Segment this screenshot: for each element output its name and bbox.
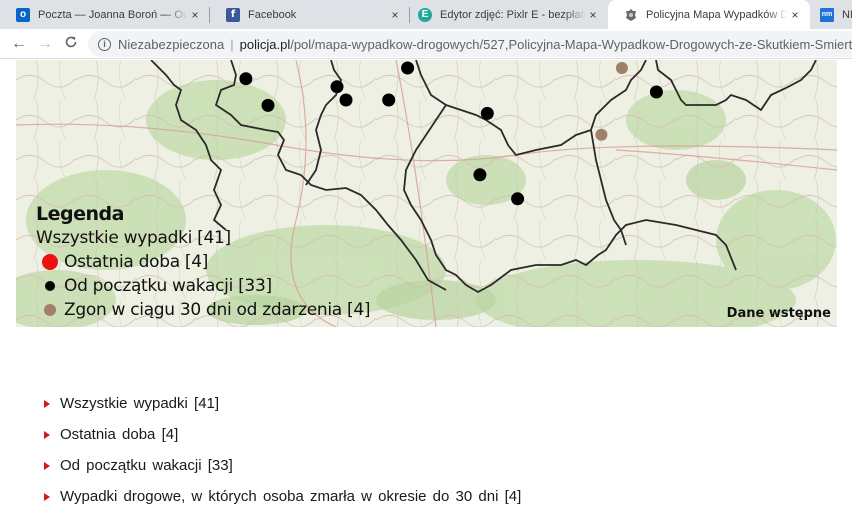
- tab-facebook[interactable]: f Facebook ×: [210, 0, 410, 29]
- accident-marker-black[interactable]: [339, 93, 353, 107]
- list-item[interactable]: Ostatnia doba [4]: [44, 419, 521, 450]
- accident-marker-black[interactable]: [511, 192, 525, 206]
- police-badge-icon: [624, 8, 638, 22]
- tab-title: NM: [842, 8, 852, 21]
- bullet-arrow-icon: [44, 431, 50, 439]
- list-item-label: Ostatnia doba [4]: [60, 426, 179, 443]
- forward-arrow-icon: →: [37, 35, 53, 52]
- black-dot-icon: [45, 281, 55, 291]
- list-item-label: Wszystkie wypadki [41]: [60, 395, 220, 412]
- legend-label: Ostatnia doba [4]: [64, 252, 209, 272]
- tab-title: Policyjna Mapa Wypadków Drogowych: [646, 8, 788, 21]
- back-button[interactable]: ←: [8, 33, 30, 55]
- legend-item-death-30-days: Zgon w ciągu 30 dni od zdarzenia [4]: [36, 298, 371, 322]
- list-item-label: Wypadki drogowe, w których osoba zmarła …: [60, 488, 522, 505]
- legend-all-accidents: Wszystkie wypadki [41]: [36, 228, 231, 248]
- accident-marker-brown[interactable]: [595, 128, 608, 141]
- list-item[interactable]: Wypadki drogowe, w których osoba zmarła …: [44, 481, 521, 512]
- tab-policja-active[interactable]: Policyjna Mapa Wypadków Drogowych ×: [608, 0, 810, 29]
- accident-marker-black[interactable]: [330, 80, 344, 94]
- legend-label: Od początku wakacji [33]: [64, 276, 272, 296]
- legend-title: Legenda: [36, 203, 124, 225]
- list-item[interactable]: Od początku wakacji [33]: [44, 450, 521, 481]
- close-icon[interactable]: ×: [788, 8, 802, 22]
- bullet-arrow-icon: [44, 493, 50, 501]
- pixlr-icon: E: [418, 7, 432, 22]
- address-divider: |: [230, 36, 234, 52]
- bullet-arrow-icon: [44, 462, 50, 470]
- accident-marker-brown[interactable]: [615, 62, 628, 74]
- map-legend: Legenda Wszystkie wypadki [41] Ostatnia …: [36, 202, 371, 322]
- tab-outlook[interactable]: o Poczta — Joanna Boroń — Outlook ×: [0, 0, 210, 29]
- accident-marker-black[interactable]: [401, 61, 415, 75]
- reload-button[interactable]: [60, 33, 82, 55]
- preliminary-data-label: Dane wstępne: [726, 306, 831, 321]
- nm-icon: nm: [820, 7, 834, 22]
- facebook-icon: f: [226, 7, 240, 22]
- brown-dot-icon: [44, 304, 56, 316]
- url-host: policja.pl: [239, 36, 291, 52]
- accident-marker-black[interactable]: [261, 98, 275, 112]
- forward-button[interactable]: →: [34, 33, 56, 55]
- info-icon[interactable]: i: [98, 37, 111, 51]
- accident-marker-black[interactable]: [480, 106, 494, 120]
- accident-marker-black[interactable]: [382, 93, 396, 107]
- accident-marker-black[interactable]: [473, 168, 487, 182]
- outlook-icon: o: [16, 7, 30, 22]
- security-label: Niezabezpieczona: [118, 36, 225, 52]
- tab-title: Facebook: [248, 8, 297, 21]
- accident-marker-black[interactable]: [649, 85, 663, 99]
- red-dot-icon: [42, 254, 58, 270]
- browser-toolbar: ← → i Niezabezpieczona | policja.pl /pol…: [0, 29, 852, 59]
- close-icon[interactable]: ×: [188, 8, 202, 22]
- tab-strip: o Poczta — Joanna Boroń — Outlook × f Fa…: [0, 0, 852, 29]
- close-icon[interactable]: ×: [388, 8, 402, 22]
- list-item-label: Od początku wakacji [33]: [60, 457, 233, 474]
- accident-marker-black[interactable]: [239, 72, 253, 86]
- list-item[interactable]: Wszystkie wypadki [41]: [44, 388, 521, 419]
- tab-nm[interactable]: nm NM: [810, 0, 852, 29]
- accident-map[interactable]: Legenda Wszystkie wypadki [41] Ostatnia …: [16, 60, 837, 327]
- page-content: Legenda Wszystkie wypadki [41] Ostatnia …: [0, 60, 852, 522]
- address-bar[interactable]: i Niezabezpieczona | policja.pl /pol/map…: [88, 31, 852, 57]
- tab-pixlr[interactable]: E Edytor zdjęć: Pixlr E - bezpłatne narz…: [410, 0, 608, 29]
- legend-label: Zgon w ciągu 30 dni od zdarzenia [4]: [64, 300, 371, 320]
- back-arrow-icon: ←: [11, 35, 27, 52]
- url-path: /pol/mapa-wypadkow-drogowych/527,Policyj…: [290, 36, 852, 52]
- bullet-arrow-icon: [44, 400, 50, 408]
- tab-title: Edytor zdjęć: Pixlr E - bezpłatne narzęd…: [440, 8, 586, 21]
- tab-title: Poczta — Joanna Boroń — Outlook: [38, 8, 188, 21]
- reload-icon: [64, 35, 78, 54]
- legend-item-last-day: Ostatnia doba [4]: [36, 250, 370, 274]
- legend-item-since-holidays: Od początku wakacji [33]: [36, 274, 370, 298]
- close-icon[interactable]: ×: [586, 8, 600, 22]
- accident-categories-list: Wszystkie wypadki [41] Ostatnia doba [4]…: [44, 388, 521, 512]
